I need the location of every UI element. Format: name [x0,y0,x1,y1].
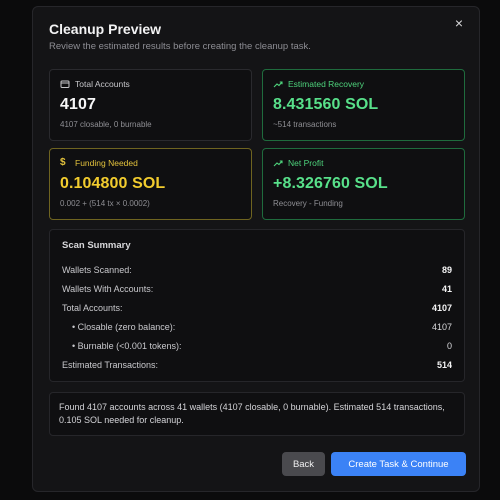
total-accounts-card: Total Accounts 4107 4107 closable, 0 bur… [49,69,252,141]
total-accounts-sub: 4107 closable, 0 burnable [60,120,152,129]
summary-row-label: • Closable (zero balance): [72,321,176,332]
summary-row-value: 514 [436,359,452,370]
summary-row-label: • Burnable (<0.001 tokens): [72,340,182,351]
summary-row-closable: • Closable (zero balance): 4107 [62,317,452,336]
back-button[interactable]: Back [282,452,325,476]
create-task-button[interactable]: Create Task & Continue [331,452,466,476]
estimated-recovery-card: Estimated Recovery 8.431560 SOL ~514 tra… [262,69,465,141]
trending-up-icon [273,79,283,89]
total-accounts-value: 4107 [60,96,96,113]
estimated-recovery-value: 8.431560 SOL [273,96,379,113]
funding-needed-card: $ Funding Needed 0.104800 SOL 0.002 + (5… [49,148,252,220]
summary-row-burnable: • Burnable (<0.001 tokens): 0 [62,336,452,355]
scan-summary-title: Scan Summary [62,240,131,251]
net-profit-sub: Recovery - Funding [273,199,343,208]
summary-row-value: 89 [441,264,452,275]
trending-up-icon [273,158,283,168]
net-profit-card: Net Profit +8.326760 SOL Recovery - Fund… [262,148,465,220]
dollar-icon: $ [60,157,66,168]
close-icon[interactable]: × [451,15,467,31]
estimated-recovery-label: Estimated Recovery [288,79,365,89]
funding-needed-value: 0.104800 SOL [60,175,166,192]
cleanup-preview-dialog: × Cleanup Preview Review the estimated r… [32,6,480,492]
summary-row-value: 41 [441,283,452,294]
estimated-recovery-sub: ~514 transactions [273,120,337,129]
summary-row-label: Wallets Scanned: [62,264,132,275]
summary-row-label: Wallets With Accounts: [62,283,154,294]
summary-row-total-accounts: Total Accounts: 4107 [62,298,452,317]
summary-row-value: 0 [446,340,452,351]
summary-row-wallets-with-accounts: Wallets With Accounts: 41 [62,279,452,298]
total-accounts-label: Total Accounts [75,79,130,89]
summary-row-wallets-scanned: Wallets Scanned: 89 [62,260,452,279]
wallet-icon [60,79,70,89]
summary-row-value: 4107 [431,302,452,313]
scan-summary-panel: Scan Summary Wallets Scanned: 89 Wallets… [49,229,465,382]
dialog-title: Cleanup Preview [49,21,162,37]
net-profit-value: +8.326760 SOL [273,175,388,192]
funding-needed-sub: 0.002 + (514 tx × 0.0002) [60,199,150,208]
net-profit-label: Net Profit [288,158,324,168]
cleanup-summary-note: Found 4107 accounts across 41 wallets (4… [49,392,465,436]
summary-row-label: Estimated Transactions: [62,359,159,370]
dialog-subtitle: Review the estimated results before crea… [49,41,311,52]
summary-row-label: Total Accounts: [62,302,123,313]
summary-row-value: 4107 [431,321,452,332]
summary-row-estimated-transactions: Estimated Transactions: 514 [62,355,452,374]
funding-needed-label: Funding Needed [75,158,138,168]
